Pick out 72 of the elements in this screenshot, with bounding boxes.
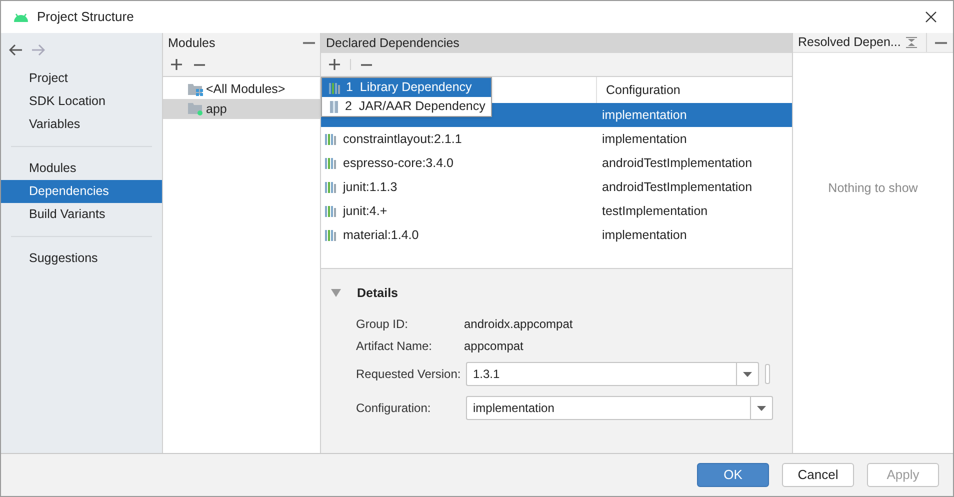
configuration-cell-text: testImplementation [602,202,708,220]
library-icon [325,133,336,145]
configuration-cell-text: androidTestImplementation [602,154,752,172]
minus-icon [361,64,372,66]
android-icon [13,12,29,22]
window-title: Project Structure [37,8,134,26]
dependency-name: junit:4.+ [343,202,388,220]
left-arrow-icon [9,44,23,56]
configuration-cell-text: androidTestImplementation [602,178,752,196]
folder-grid-icon [188,82,203,96]
sidebar-item[interactable]: Dependencies [1,180,162,203]
table-row[interactable]: junit:4.+ testImplementation [321,199,792,223]
sidebar-item[interactable]: SDK Location [1,90,162,113]
dependency-name: material:1.4.0 [343,226,419,244]
panel-title: Resolved Depen... [798,34,901,52]
section-title: Details [357,284,398,302]
dropdown-arrow-icon [743,372,752,376]
module-name: <All Modules> [206,80,286,98]
sidebar-item[interactable]: Variables [1,113,162,136]
sidebar-item[interactable]: Suggestions [1,247,162,270]
configuration-cell-text: implementation [602,130,687,148]
table-row[interactable]: junit:1.1.3 androidTestImplementation [321,175,792,199]
library-icon [325,157,336,169]
table-row[interactable]: material:1.4.0 implementation [321,223,792,247]
panel-title: Declared Dependencies [321,33,792,53]
plus-icon [329,59,340,70]
panel-title: Modules [168,34,216,52]
minimize-icon [934,42,947,44]
configuration-cell-text: implementation [602,106,687,124]
dropdown-arrow-icon [757,406,766,410]
plus-icon [171,59,182,70]
minimize-icon [303,42,315,44]
dependency-name: junit:1.1.3 [343,178,398,196]
triangle-down-icon [331,289,341,297]
collapse-button[interactable] [331,289,341,297]
field-label: Group ID: [356,316,410,333]
column-header: Configuration [605,82,680,99]
minus-icon [194,64,205,66]
library-icon [325,205,336,217]
table-row[interactable]: constraintlayout:2.1.1 implementation [321,127,792,151]
sidebar-item[interactable]: Build Variants [1,203,162,226]
collapse-all-icon [906,37,917,48]
library-icon [329,82,340,94]
combo-box[interactable]: 1.3.1 [466,362,759,386]
menu-item[interactable]: 1 Library Dependency [322,78,491,97]
dialog-button[interactable]: Cancel [782,463,854,487]
module-name: app [206,100,227,118]
configuration-cell-text: implementation [602,226,687,244]
jar-icon [329,100,339,112]
side-handle[interactable] [765,364,770,384]
field-value: appcompat [464,338,524,355]
empty-message: Nothing to show [828,180,918,197]
library-icon [325,229,336,241]
close-icon [925,11,937,23]
dependency-name: constraintlayout:2.1.1 [343,130,462,148]
field-label: Configuration: [356,400,432,417]
dependency-name: espresso-core:3.4.0 [343,154,454,172]
ok-button[interactable]: OK [697,463,769,487]
field-label: Requested Version: [356,366,462,383]
field-label: Artifact Name: [356,338,434,355]
field-value: androidx.appcompat [464,316,573,333]
module-item[interactable]: <All Modules> [163,79,320,99]
menu-item-label: 1 Library Dependency [346,79,472,96]
combo-box[interactable]: implementation [466,396,773,420]
module-item[interactable]: app [163,99,320,119]
back-button[interactable] [9,44,23,56]
sidebar-item[interactable]: Project [1,67,162,90]
add-button[interactable] [171,59,182,70]
right-arrow-icon [31,44,45,56]
library-icon [325,181,336,193]
table-row[interactable]: espresso-core:3.4.0 androidTestImplementation [321,151,792,175]
sidebar-item[interactable]: Modules [1,157,162,180]
